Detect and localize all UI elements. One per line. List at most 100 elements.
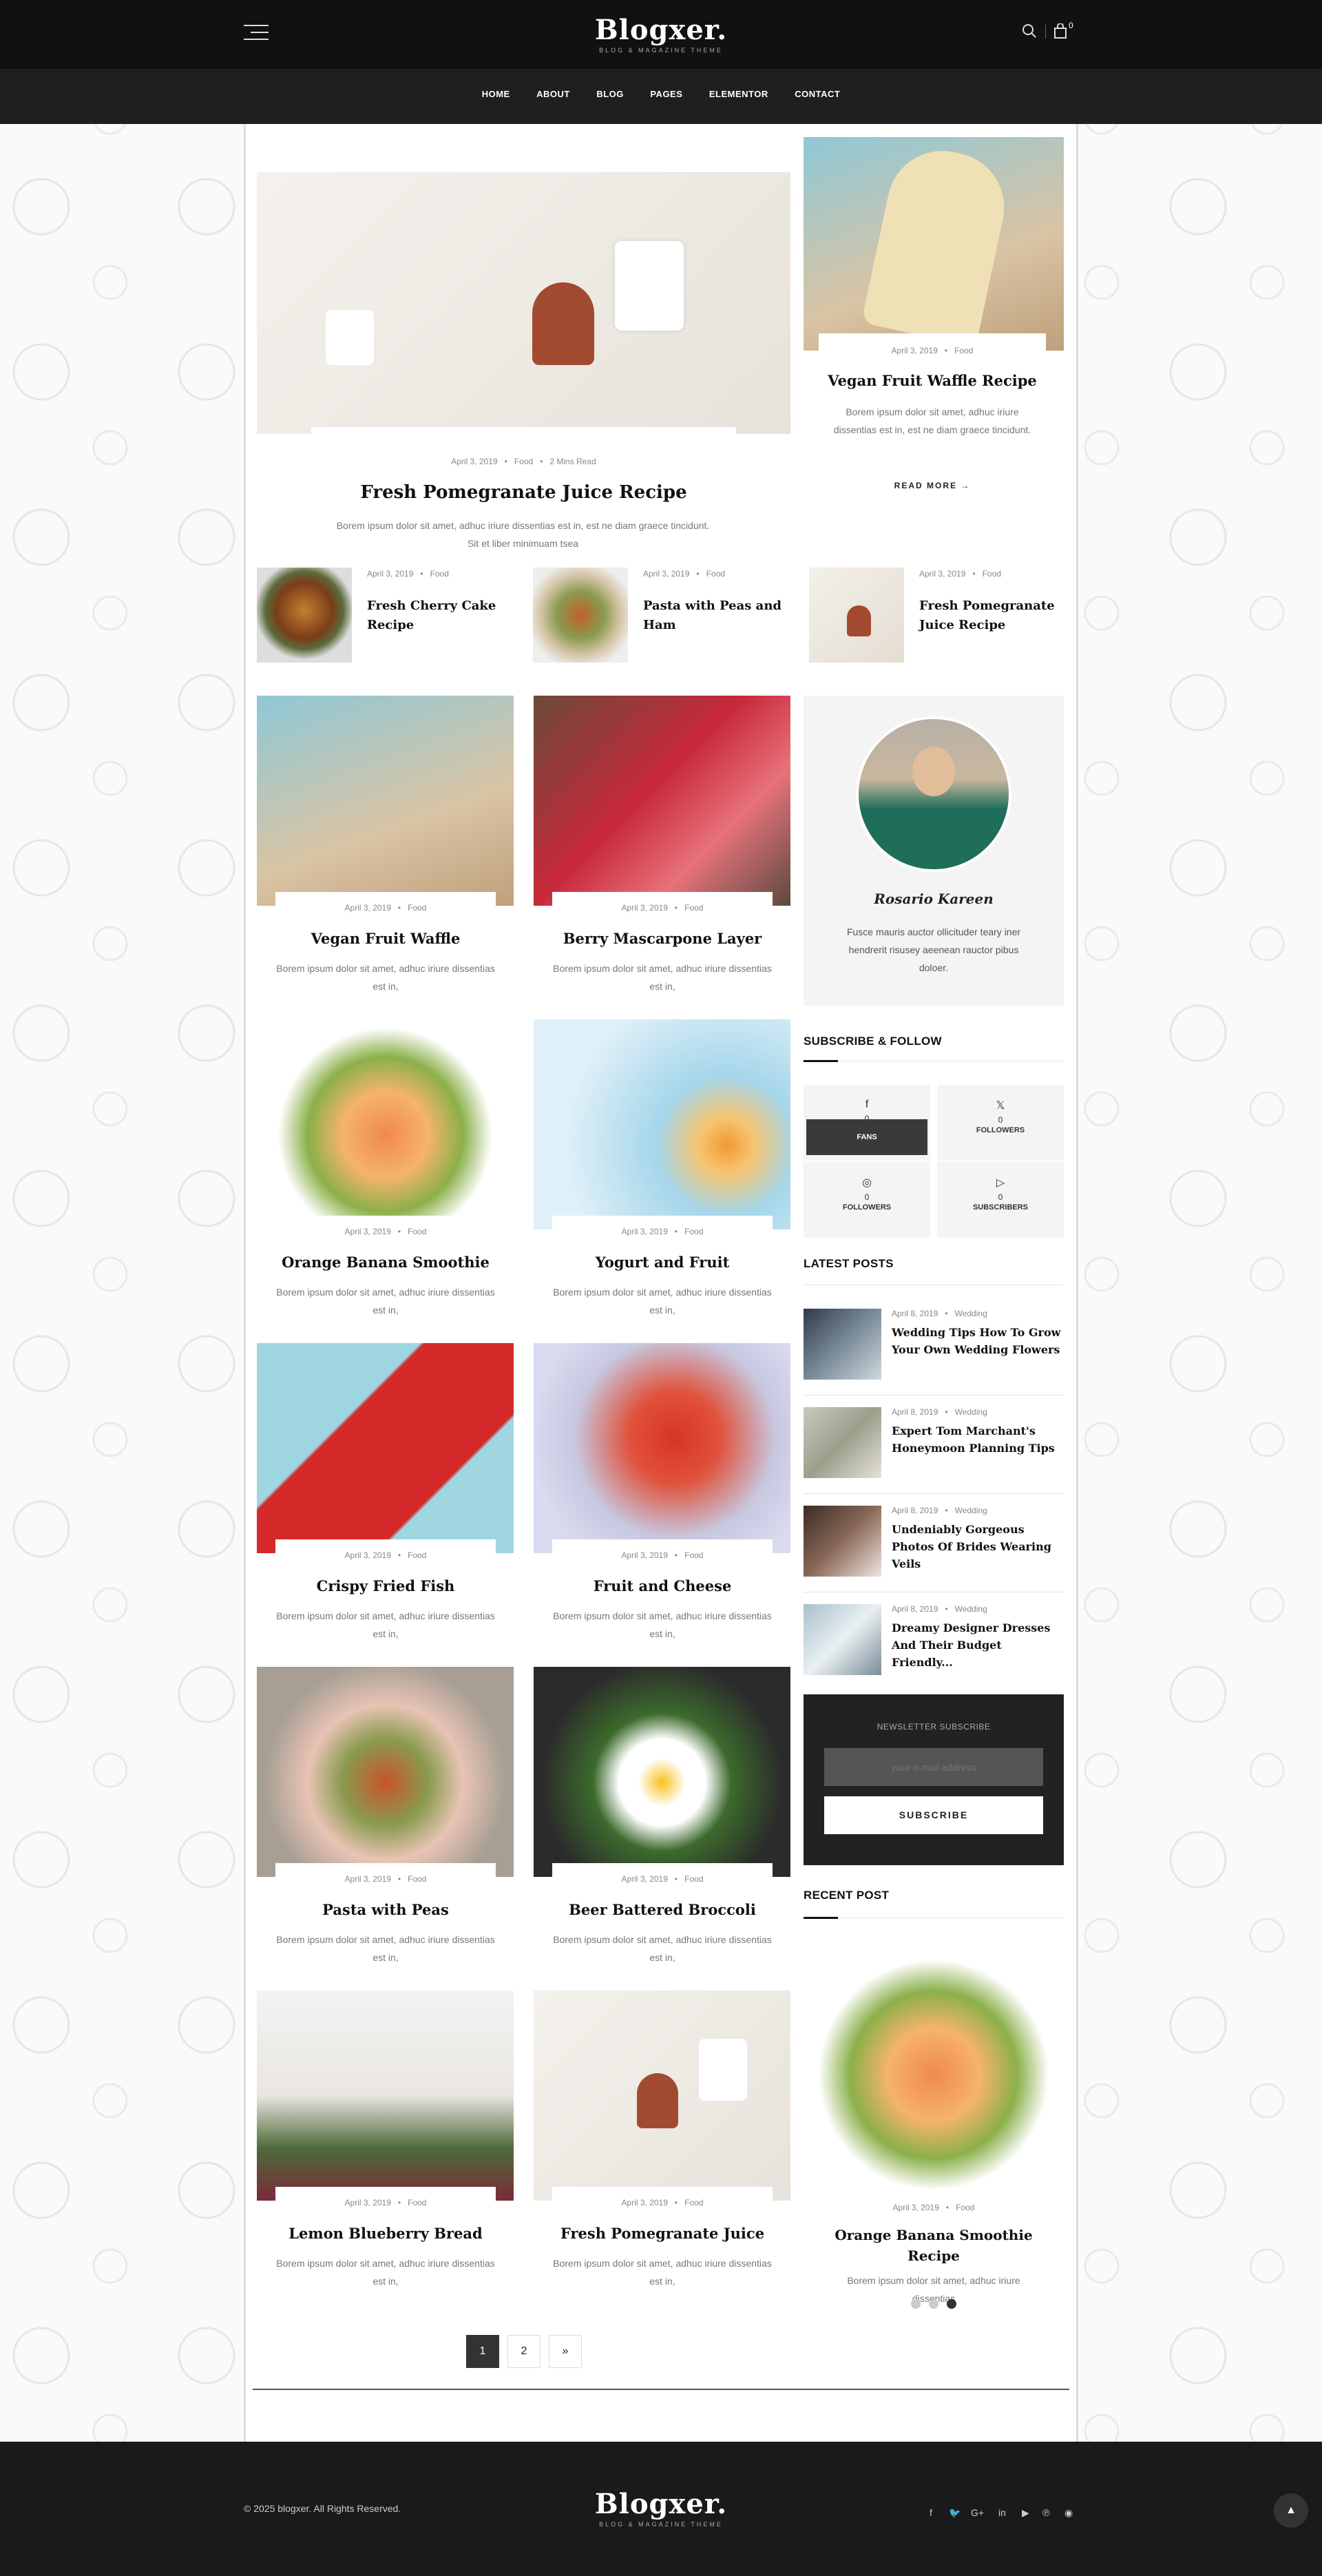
hero-pancakes-illustration — [532, 282, 594, 365]
post-card-image[interactable] — [534, 1019, 790, 1229]
linkedin-icon[interactable]: in — [998, 2507, 1006, 2518]
pinterest-icon[interactable]: ℗ — [1042, 2507, 1049, 2518]
post-card-image[interactable] — [534, 696, 790, 906]
site-logo[interactable]: Blogxer. BLOG & MAGAZINE THEME — [0, 15, 1322, 54]
post-card-image[interactable] — [257, 696, 514, 906]
small-post-title[interactable]: Fresh Cherry Cake Recipe — [367, 596, 512, 635]
instagram-followers-box[interactable]: ◎ 0 FOLLOWERS — [804, 1162, 930, 1238]
post-card-title[interactable]: Orange Banana Smoothie — [275, 1254, 496, 1271]
post-card-image[interactable] — [257, 1343, 514, 1553]
post-card: April 3, 2019 • Food Fruit and Cheese Bore… — [534, 1343, 790, 1653]
small-post-title[interactable]: Pasta with Peas and Ham — [643, 596, 788, 635]
post-card-image[interactable] — [534, 1343, 790, 1553]
facebook-icon[interactable]: f — [930, 2507, 932, 2518]
post-card-title[interactable]: Fruit and Cheese — [552, 1577, 773, 1595]
logo-text[interactable]: Blogxer. — [0, 15, 1322, 45]
post-card-excerpt: Borem ipsum dolor sit amet, adhuc iriure… — [553, 963, 772, 992]
newsletter-title: NEWSLETTER SUBSCRIBE — [877, 1722, 991, 1732]
feature-right-image[interactable] — [804, 137, 1064, 351]
nav-blog[interactable]: BLOG — [596, 89, 624, 99]
latest-post-item: April 8, 2019 • Wedding Undeniably Gorgeou… — [804, 1506, 1064, 1581]
nav-about[interactable]: ABOUT — [536, 89, 570, 99]
facebook-icon: f — [865, 1099, 869, 1110]
scroll-to-top-icon[interactable]: ▲ — [1274, 2493, 1308, 2528]
feature-right-title[interactable]: Vegan Fruit Waffle Recipe — [819, 372, 1046, 389]
post-card-image[interactable] — [257, 1019, 514, 1229]
feature-right-meta: April 3, 2019 • Food — [891, 346, 974, 355]
youtube-subscribers-box[interactable]: ▷ 0 SUBSCRIBERS — [937, 1162, 1064, 1238]
post-card-excerpt: Borem ipsum dolor sit amet, adhuc iriure… — [553, 1934, 772, 1963]
author-bio: Fusce mauris auctor ollicituder teary in… — [846, 926, 1021, 973]
post-card-image[interactable] — [534, 1991, 790, 2201]
post-card: April 3, 2019 • Food Vegan Fruit Waffle Bo… — [257, 696, 514, 1006]
subscribe-button[interactable]: SUBSCRIBE — [824, 1796, 1043, 1834]
latest-post-title[interactable]: Wedding Tips How To Grow Your Own Weddin… — [892, 1324, 1064, 1358]
facebook-fans-box[interactable]: f 0 FANS — [804, 1085, 930, 1161]
post-card-title[interactable]: Yogurt and Fruit — [552, 1254, 773, 1271]
header-divider — [1045, 25, 1046, 39]
youtube-icon: ▷ — [996, 1177, 1005, 1189]
small-post-image[interactable] — [533, 568, 628, 663]
hero-title[interactable]: Fresh Pomegranate Juice Recipe — [257, 482, 790, 503]
newsletter-email-input[interactable] — [824, 1748, 1043, 1786]
cart-icon[interactable] — [1053, 23, 1067, 43]
google-plus-icon[interactable]: G+ — [971, 2507, 984, 2518]
post-card: April 3, 2019 • Food Berry Mascarpone Laye… — [534, 696, 790, 1006]
small-post-image[interactable] — [809, 568, 904, 663]
read-more-link[interactable]: READ MORE → — [819, 481, 1046, 490]
post-card-title[interactable]: Crispy Fried Fish — [275, 1577, 496, 1595]
twitter-icon[interactable]: 🐦 — [949, 2507, 961, 2519]
latest-post-image[interactable] — [804, 1309, 881, 1380]
post-card-excerpt: Borem ipsum dolor sit amet, adhuc iriure… — [553, 1610, 772, 1639]
pagination-next[interactable]: » — [549, 2335, 582, 2368]
post-card-title[interactable]: Berry Mascarpone Layer — [552, 930, 773, 947]
small-post-image[interactable] — [257, 568, 352, 663]
youtube-icon[interactable]: ▶ — [1022, 2507, 1029, 2519]
author-avatar[interactable] — [856, 716, 1011, 872]
post-card-image[interactable] — [534, 1667, 790, 1877]
newsletter-widget: NEWSLETTER SUBSCRIBE SUBSCRIBE — [804, 1694, 1064, 1865]
post-card-title[interactable]: Vegan Fruit Waffle — [275, 930, 496, 947]
latest-post-item: April 8, 2019 • Wedding Dreamy Designer Dr… — [804, 1604, 1064, 1680]
carousel-dot[interactable] — [911, 2299, 921, 2309]
nav-contact[interactable]: CONTACT — [795, 89, 840, 99]
section-divider — [804, 1493, 1064, 1494]
small-post-title[interactable]: Fresh Pomegranate Juice Recipe — [919, 596, 1064, 635]
post-card-excerpt: Borem ipsum dolor sit amet, adhuc iriure… — [276, 963, 495, 992]
latest-post-image[interactable] — [804, 1506, 881, 1577]
post-card: April 3, 2019 • Food Pasta with Peas Borem… — [257, 1667, 514, 1977]
search-icon[interactable] — [1022, 23, 1037, 43]
carousel-dot[interactable] — [929, 2299, 938, 2309]
post-card: April 3, 2019 • Food Lemon Blueberry Bread… — [257, 1991, 514, 2300]
hero-meta: April 3, 2019 • Food • 2 Mins Read — [451, 457, 596, 466]
post-card-title[interactable]: Lemon Blueberry Bread — [275, 2225, 496, 2242]
post-card-title[interactable]: Pasta with Peas — [275, 1901, 496, 1918]
post-card-image[interactable] — [257, 1991, 514, 2201]
post-card-title[interactable]: Fresh Pomegranate Juice — [552, 2225, 773, 2242]
x-followers-box[interactable]: 𝕏 0 FOLLOWERS — [937, 1085, 1064, 1161]
post-card-image[interactable] — [257, 1667, 514, 1877]
latest-post-title[interactable]: Undeniably Gorgeous Photos Of Brides Wea… — [892, 1521, 1064, 1572]
footer-logo[interactable]: Blogxer. BLOG & MAGAZINE THEME — [0, 2489, 1322, 2528]
main-menu: HOME ABOUT BLOG PAGES ELEMENTOR CONTACT — [0, 88, 1322, 101]
nav-elementor[interactable]: ELEMENTOR — [709, 89, 768, 99]
nav-home[interactable]: HOME — [482, 89, 510, 99]
latest-post-image[interactable] — [804, 1604, 881, 1675]
post-card-title[interactable]: Beer Battered Broccoli — [552, 1901, 773, 1918]
post-card: April 3, 2019 • Food Fresh Pomegranate Jui… — [534, 1991, 790, 2300]
pagination-page-2[interactable]: 2 — [507, 2335, 541, 2368]
latest-post-title[interactable]: Expert Tom Marchant's Honeymoon Planning… — [892, 1422, 1064, 1457]
hero-image[interactable] — [257, 172, 790, 434]
carousel-dot-active[interactable] — [947, 2299, 956, 2309]
subscribe-follow-title: SUBSCRIBE & FOLLOW — [804, 1035, 942, 1048]
latest-post-image[interactable] — [804, 1407, 881, 1478]
logo-tagline: BLOG & MAGAZINE THEME — [599, 47, 723, 54]
rss-icon[interactable]: ◉ — [1064, 2507, 1073, 2519]
small-post: April 3, 2019 • Food Pasta with Peas and H… — [533, 568, 788, 664]
latest-post-title[interactable]: Dreamy Designer Dresses And Their Budget… — [892, 1619, 1064, 1671]
nav-pages[interactable]: PAGES — [650, 89, 682, 99]
recent-post-heading[interactable]: Orange Banana Smoothie Recipe — [826, 2225, 1042, 2266]
hero-cup-illustration — [326, 310, 374, 365]
recent-post-image[interactable] — [804, 1942, 1064, 2208]
pagination-page-1[interactable]: 1 — [466, 2335, 499, 2368]
